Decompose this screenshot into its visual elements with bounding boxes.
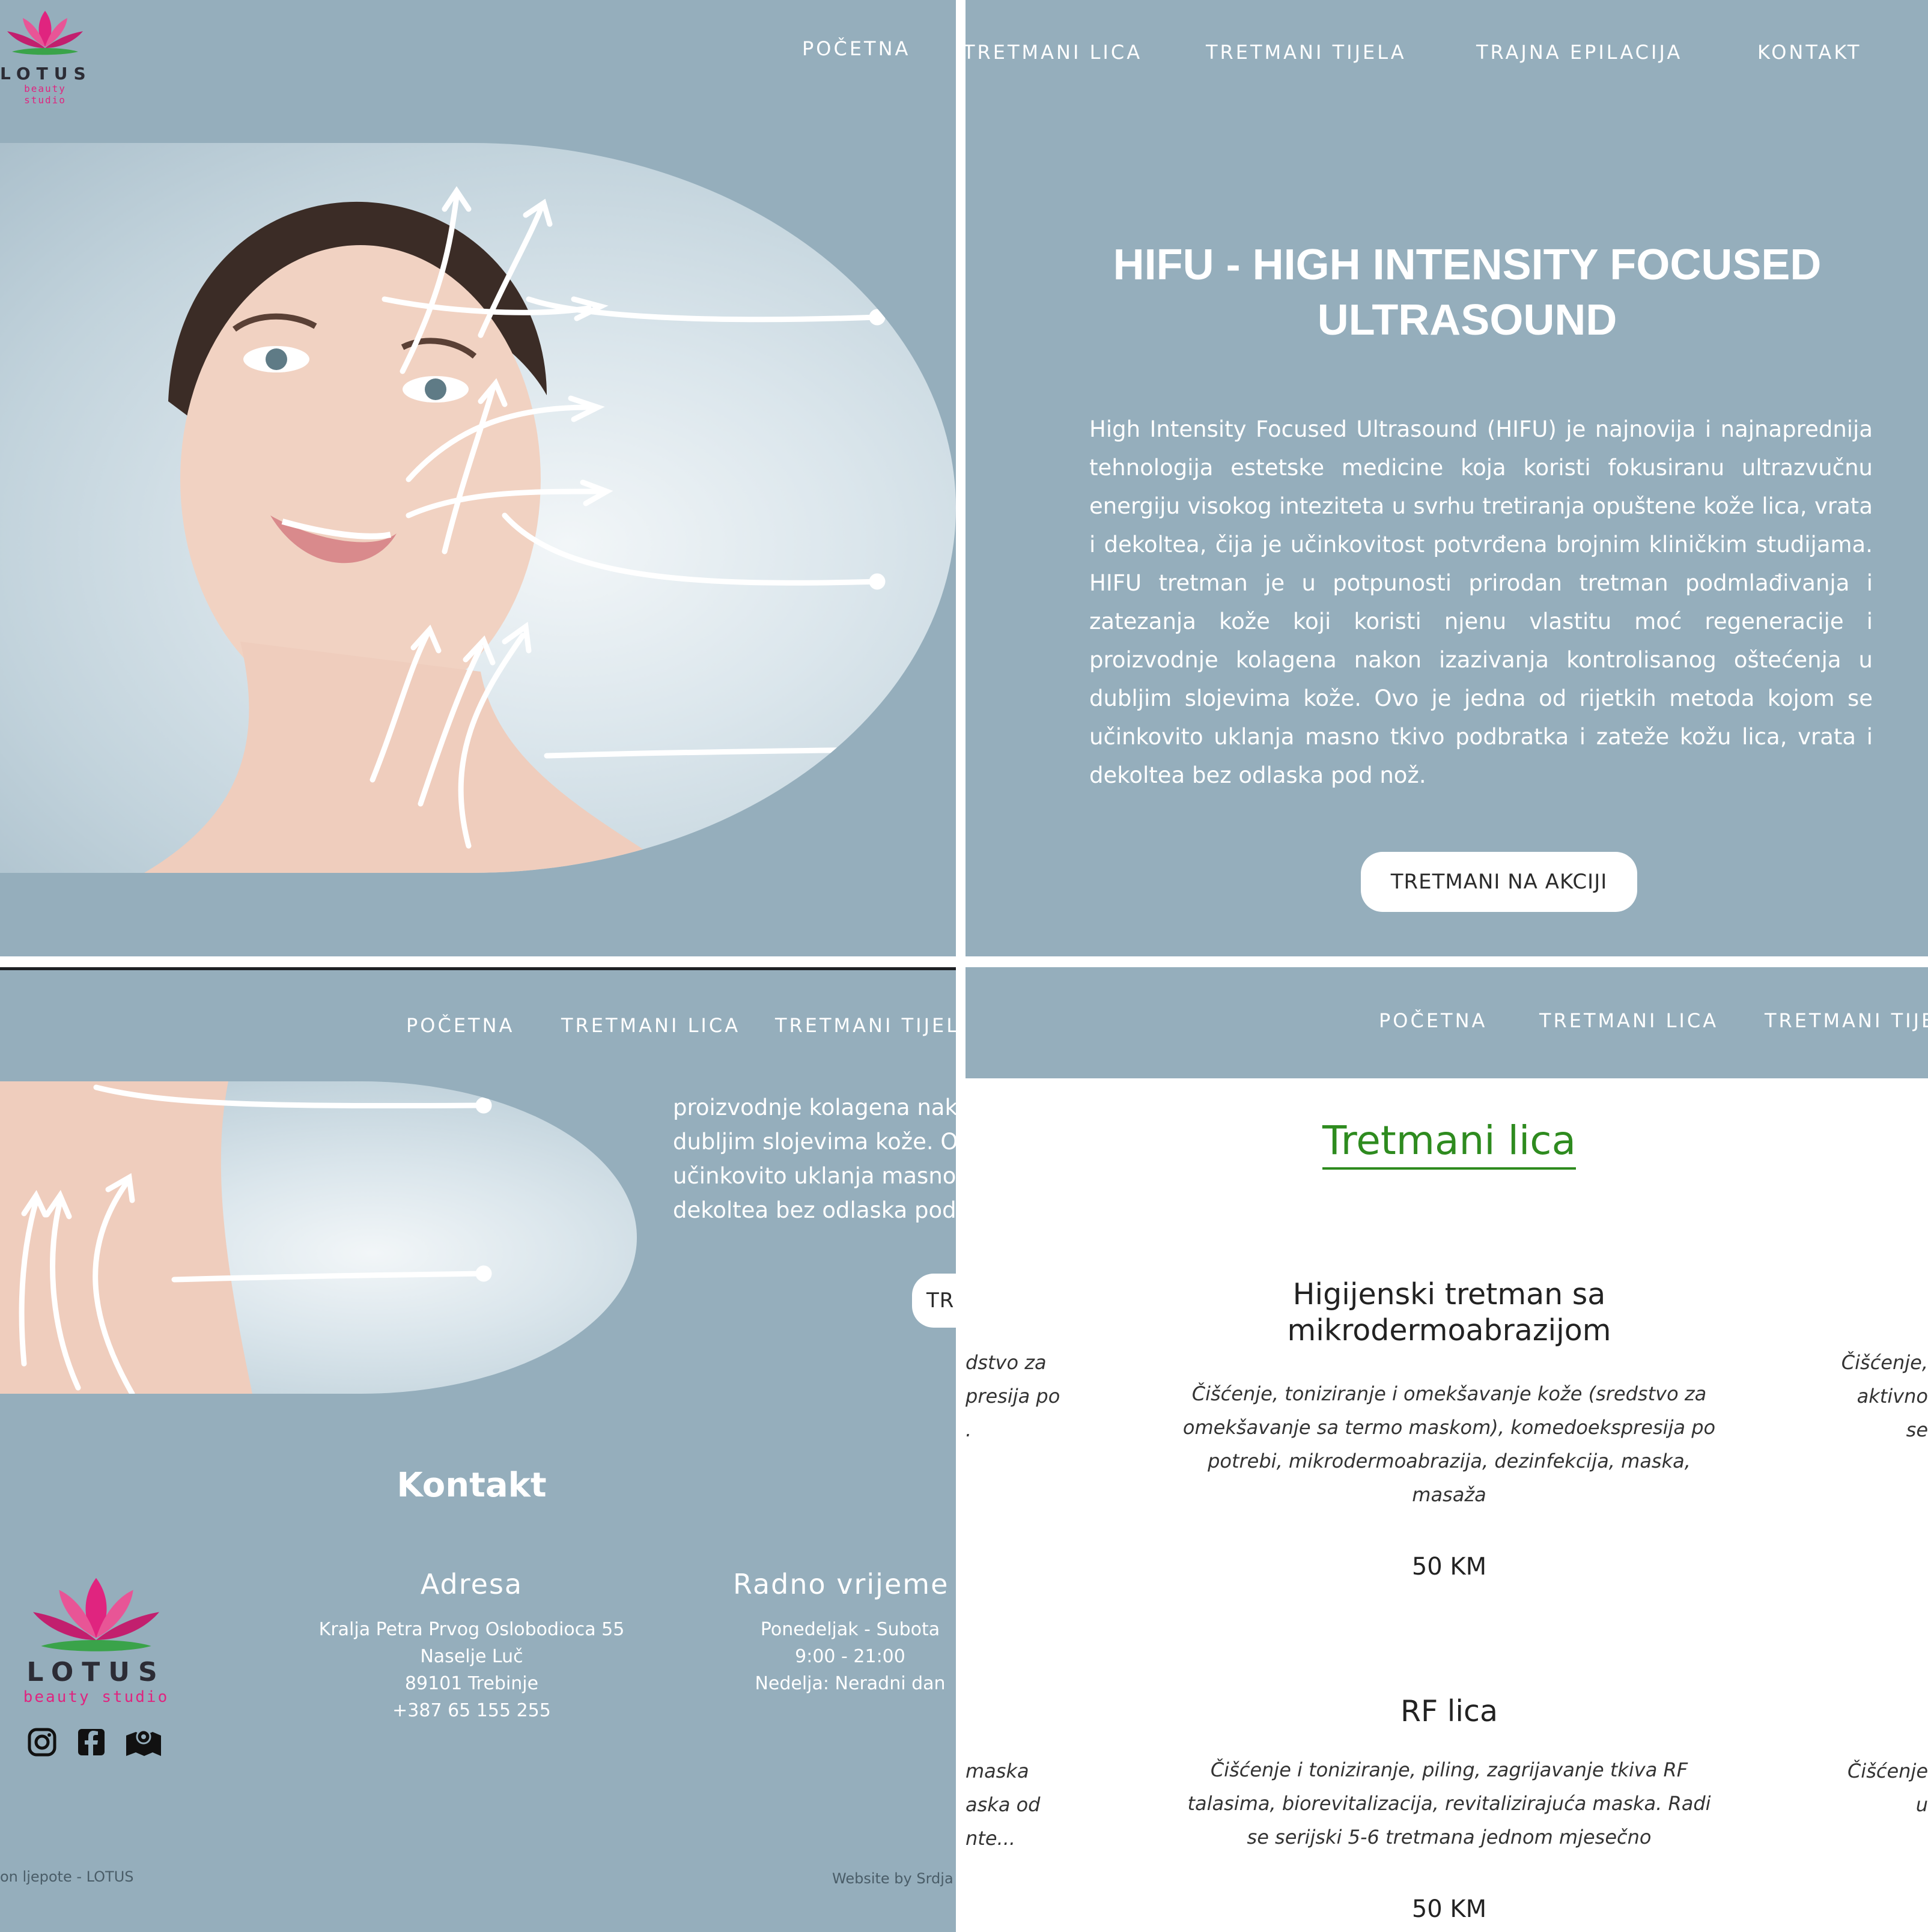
logo[interactable]: LOTUS beauty studio [0,5,92,106]
para-line: dubljim slojevima kože. Ovo [673,1129,956,1155]
desc-line: presija po [966,1385,1060,1408]
desc-line: . [966,1418,972,1441]
desc-line: Čišćenje i toniziranje, piling, zagrijav… [1210,1758,1688,1781]
neck-illustration [0,1081,492,1394]
contact-panel: POČETNA TRETMANI LICA TRETMANI TIJELA pr… [0,967,956,1932]
hours-weekdays: Ponedeljak - Subota [760,1619,940,1640]
promo-button-cut[interactable]: TRI [912,1274,956,1328]
face-illustration [144,186,886,873]
nav-tretmani-tijela[interactable]: TRETMANI TIJE [1765,1009,1928,1032]
footer-logo[interactable]: LOTUS beauty studio [18,1568,174,1706]
hours-title: Radno vrijeme [733,1568,949,1600]
hero-paragraph-fragment: proizvodnje kolagena nako dubljim slojev… [673,1090,956,1227]
para-line: dekoltea bez odlaska pod nož [673,1197,956,1223]
desc-line: talasima, biorevitalizacija, revitalizir… [1187,1792,1711,1815]
desc-line: Čišćenje, toniziranje i omekšavanje kože… [1191,1382,1707,1405]
address-street: Kralja Petra Prvog Oslobodioca 55 [318,1619,625,1640]
desc-line: masaža [1412,1483,1486,1506]
instagram-icon[interactable] [27,1727,57,1757]
desc-line: dstvo za [966,1351,1047,1374]
neighbor-description-right: Čišćenje u [1832,1754,1928,1821]
treatment-title: RF lica [1400,1694,1498,1728]
hero-paragraph: High Intensity Focused Ultrasound (HIFU)… [1089,416,1873,788]
desc-line: se serijski 5-6 tretmana jednom mjesečno [1247,1826,1652,1848]
section-title: Tretmani lica [1314,1117,1584,1170]
desc-line: se [1906,1418,1928,1441]
treatment-description: Čišćenje, toniziranje i omekšavanje kože… [1164,1377,1735,1511]
footer-left-text: on ljepote - LOTUS [0,1868,134,1885]
neighbor-description-left: maska aska od nte... [966,1754,1040,1855]
treatment-description: Čišćenje i toniziranje, piling, zagrijav… [1164,1753,1735,1854]
hero-text-panel: TRETMANI LICA TRETMANI TIJELA TRAJNA EPI… [966,0,1928,956]
lotus-logo-icon [33,1578,159,1651]
map-icon[interactable] [125,1727,162,1757]
treatment-title-line: mikrodermoabrazijom [1287,1313,1611,1347]
nav-kontakt[interactable]: KONTAKT [1757,41,1861,64]
logo-word: LOTUS [26,1657,166,1687]
para-line: proizvodnje kolagena nako [673,1095,956,1120]
treatment-price: 50 KM [1411,1553,1487,1581]
treatment-title-line: Higijenski tretman sa [1292,1277,1606,1311]
nav-tretmani-lica[interactable]: TRETMANI LICA [966,41,1142,64]
address-block: Kralja Petra Prvog Oslobodioca 55 Naselj… [261,1616,682,1724]
hours-time: 9:00 - 21:00 [795,1646,905,1667]
logo-subtitle: beauty studio [24,83,66,106]
nav-tretmani-tijela[interactable]: TRETMANI TIJELA [1206,41,1406,64]
desc-line: u [1915,1793,1928,1816]
nav-pocetna[interactable]: POČETNA [406,1014,514,1037]
contact-title: Kontakt [397,1466,547,1505]
top-edge [0,967,956,970]
facebook-icon[interactable] [76,1727,106,1757]
hero-title-line2: ULTRASOUND [1317,296,1617,344]
nav-pocetna[interactable]: POČETNA [802,37,910,60]
logo-subtitle: beauty studio [23,1688,169,1706]
lotus-logo-icon [7,11,83,55]
desc-line: maska [966,1760,1029,1782]
hero-title: HIFU - HIGH INTENSITY FOCUSED ULTRASOUND [1074,237,1861,348]
desc-line: aska od [966,1793,1041,1816]
treatments-panel: POČETNA TRETMANI LICA TRETMANI TIJE Tret… [966,967,1928,1932]
desc-line: Čišćenje [1847,1760,1928,1782]
para-line: učinkovito uklanja masno tk [673,1163,956,1189]
nav-tretmani-lica[interactable]: TRETMANI LICA [1539,1009,1718,1032]
promo-button[interactable]: TRETMANI NA AKCIJI [1361,852,1637,912]
neighbor-description-right: Čišćenje, aktivno se [1826,1346,1928,1447]
nav-trajna-epilacija[interactable]: TRAJNA EPILACIJA [1476,41,1682,64]
treatment-title: Higijenski tretman sa mikrodermoabrazijo… [1194,1277,1704,1349]
nav-tretmani-tijela[interactable]: TRETMANI TIJELA [775,1014,956,1037]
desc-line: nte... [966,1827,1016,1850]
treatment-price: 50 KM [1411,1895,1487,1923]
hero-image-fragment [0,1081,637,1394]
address-phone[interactable]: +387 65 155 255 [261,1697,682,1724]
neighbor-description-left: dstvo za presija po . [966,1346,1060,1447]
nav-pocetna[interactable]: POČETNA [1379,1009,1487,1032]
section-title-text: Tretmani lica [1322,1117,1577,1170]
address-area: Naselje Luč [420,1646,523,1667]
hours-block: Ponedeljak - Subota 9:00 - 21:00 Nedelja… [730,1616,956,1697]
desc-line: aktivno [1857,1385,1928,1408]
desc-line: Čišćenje, [1841,1351,1928,1374]
address-city: 89101 Trebinje [404,1673,539,1694]
footer-right-text[interactable]: Website by Srdja [832,1870,953,1887]
address-title: Adresa [420,1568,523,1600]
desc-line: omekšavanje sa termo maskom), komedoeksp… [1182,1416,1716,1439]
hero-image [0,143,956,873]
desc-line: potrebi, mikrodermoabrazija, dezinfekcij… [1208,1450,1691,1472]
hero-title-line1: HIFU - HIGH INTENSITY FOCUSED [1113,241,1822,289]
logo-word: LOTUS [0,64,92,84]
hours-sunday: Nedelja: Neradni dan [755,1673,946,1694]
nav-tretmani-lica[interactable]: TRETMANI LICA [561,1014,740,1037]
hero-image-panel: LOTUS beauty studio POČETNA [0,0,956,956]
